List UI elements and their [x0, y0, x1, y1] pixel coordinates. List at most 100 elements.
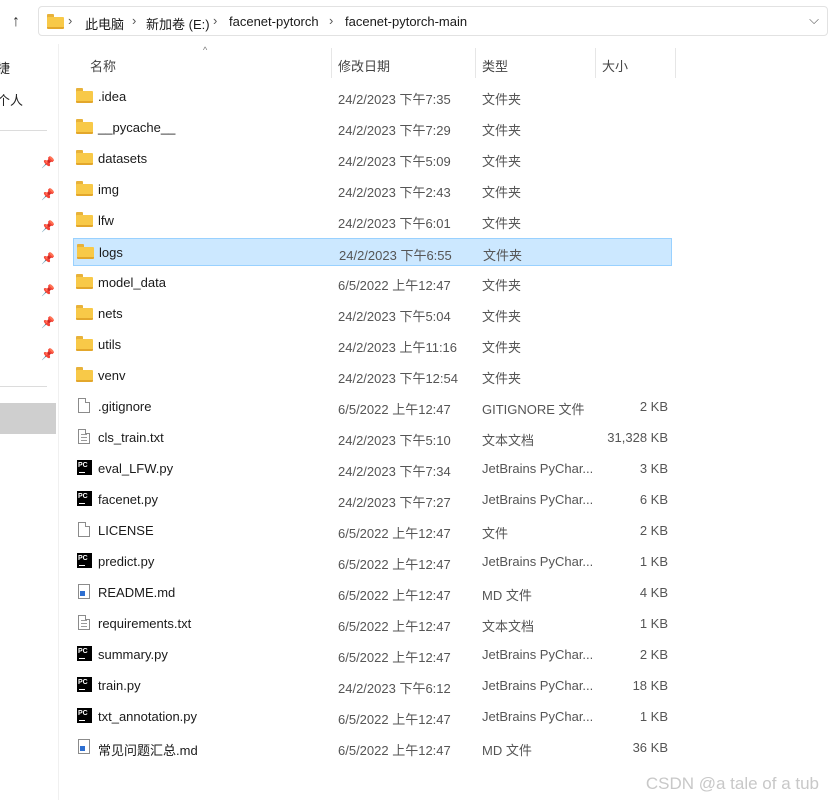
pycharm-icon: PC: [77, 677, 92, 692]
file-row[interactable]: PC eval_LFW.py 24/2/2023 下午7:34 JetBrains P…: [73, 455, 672, 483]
file-row[interactable]: logs 24/2/2023 下午6:55 文件夹: [73, 238, 672, 266]
file-modified: 6/5/2022 上午12:47: [338, 278, 451, 293]
file-modified: 24/2/2023 下午6:55: [339, 248, 452, 263]
file-type: JetBrains PyChar...: [482, 461, 592, 476]
file-row[interactable]: datasets 24/2/2023 下午5:09 文件夹: [73, 145, 672, 173]
address-toolbar: ↑ › 此电脑 › 新加卷 (E:) › facenet-pytorch › f…: [0, 0, 833, 44]
file-name: __pycache__: [98, 120, 176, 135]
column-type[interactable]: 类型: [482, 56, 508, 75]
breadcrumb-drive[interactable]: 新加卷 (E:): [146, 14, 210, 33]
file-name: img: [98, 182, 119, 197]
file-modified: 6/5/2022 上午12:47: [338, 619, 451, 634]
file-row[interactable]: utils 24/2/2023 上午11:16 文件夹: [73, 331, 672, 359]
file-row[interactable]: .idea 24/2/2023 下午7:35 文件夹: [73, 83, 672, 111]
file-size: 2 KB: [639, 523, 668, 538]
nav-divider: [0, 386, 47, 387]
column-divider[interactable]: [475, 48, 476, 78]
file-size: 6 KB: [639, 492, 668, 507]
chevron-right-icon[interactable]: ›: [213, 13, 217, 28]
chevron-right-icon[interactable]: ›: [132, 13, 136, 28]
column-header: ^ 名称 修改日期 类型 大小: [58, 45, 833, 80]
file-modified: 24/2/2023 下午7:27: [338, 495, 451, 510]
file-row[interactable]: model_data 6/5/2022 上午12:47 文件夹: [73, 269, 672, 297]
chevron-right-icon[interactable]: ›: [329, 13, 333, 28]
up-arrow-icon[interactable]: ↑: [6, 12, 26, 32]
watermark: CSDN @a tale of a tub: [645, 774, 819, 793]
file-row[interactable]: img 24/2/2023 下午2:43 文件夹: [73, 176, 672, 204]
file-modified: 6/5/2022 上午12:47: [338, 743, 451, 758]
file-type: 文件夹: [482, 278, 522, 293]
pin-icon: 📌: [41, 285, 55, 297]
file-type: JetBrains PyChar...: [482, 647, 592, 662]
breadcrumb-facenet-pytorch[interactable]: facenet-pytorch: [229, 14, 319, 29]
file-row[interactable]: venv 24/2/2023 下午12:54 文件夹: [73, 362, 672, 390]
chevron-down-icon[interactable]: ⌵: [809, 12, 819, 28]
pin-icon: 📌: [41, 317, 55, 329]
file-type: 文件夹: [482, 123, 522, 138]
column-size[interactable]: 大小: [602, 56, 628, 75]
file-icon: [78, 522, 90, 537]
file-size: 2 KB: [639, 647, 668, 662]
file-size: 1 KB: [639, 554, 668, 569]
column-divider[interactable]: [331, 48, 332, 78]
file-name: .gitignore: [98, 399, 152, 414]
text-file-icon: [78, 429, 90, 444]
file-row[interactable]: PC predict.py 6/5/2022 上午12:47 JetBrains Py…: [73, 548, 672, 576]
file-modified: 24/2/2023 下午2:43: [338, 185, 451, 200]
file-modified: 6/5/2022 上午12:47: [338, 650, 451, 665]
file-row[interactable]: lfw 24/2/2023 下午6:01 文件夹: [73, 207, 672, 235]
file-type: 文件夹: [482, 185, 522, 200]
file-row[interactable]: requirements.txt 6/5/2022 上午12:47 文本文档 1 KB: [73, 610, 672, 638]
nav-item-personal[interactable]: 个人: [0, 90, 23, 109]
file-name: datasets: [98, 151, 148, 166]
file-name: cls_train.txt: [98, 430, 164, 445]
column-name[interactable]: 名称: [90, 56, 116, 75]
file-size: 4 KB: [639, 585, 668, 600]
nav-item-quick-access[interactable]: 捷: [0, 58, 10, 77]
nav-item-selected[interactable]: [0, 403, 56, 434]
file-row[interactable]: LICENSE 6/5/2022 上午12:47 文件 2 KB: [73, 517, 672, 545]
file-modified: 6/5/2022 上午12:47: [338, 588, 451, 603]
file-modified: 24/2/2023 下午5:04: [338, 309, 451, 324]
file-row[interactable]: PC txt_annotation.py 6/5/2022 上午12:47 JetBr…: [73, 703, 672, 731]
file-row[interactable]: PC train.py 24/2/2023 下午6:12 JetBrains PyCh…: [73, 672, 672, 700]
file-row[interactable]: cls_train.txt 24/2/2023 下午5:10 文本文档 31,328 …: [73, 424, 672, 452]
pycharm-icon: PC: [77, 708, 92, 723]
file-type: GITIGNORE 文件: [482, 402, 585, 417]
file-size: 36 KB: [632, 740, 668, 755]
file-name: predict.py: [98, 554, 155, 569]
file-name: .idea: [98, 89, 127, 104]
pin-icon: 📌: [41, 253, 55, 265]
column-divider[interactable]: [595, 48, 596, 78]
file-row[interactable]: .gitignore 6/5/2022 上午12:47 GITIGNORE 文件 2 …: [73, 393, 672, 421]
breadcrumb-this-pc[interactable]: 此电脑: [85, 14, 124, 33]
file-type: 文件: [482, 526, 509, 541]
file-name: facenet.py: [98, 492, 158, 507]
file-type: MD 文件: [482, 743, 532, 758]
column-modified[interactable]: 修改日期: [338, 56, 390, 75]
chevron-right-icon[interactable]: ›: [68, 13, 72, 28]
text-file-icon: [78, 615, 90, 630]
file-modified: 6/5/2022 上午12:47: [338, 402, 451, 417]
file-row[interactable]: PC summary.py 6/5/2022 上午12:47 JetBrains Py…: [73, 641, 672, 669]
file-row[interactable]: README.md 6/5/2022 上午12:47 MD 文件 4 KB: [73, 579, 672, 607]
file-name: venv: [98, 368, 126, 383]
file-name: train.py: [98, 678, 141, 693]
address-bar[interactable]: › 此电脑 › 新加卷 (E:) › facenet-pytorch › fac…: [38, 6, 828, 36]
file-name: 常见问题汇总.md: [98, 743, 198, 758]
file-row[interactable]: PC facenet.py 24/2/2023 下午7:27 JetBrains Py…: [73, 486, 672, 514]
file-row[interactable]: 常见问题汇总.md 6/5/2022 上午12:47 MD 文件 36 KB: [73, 734, 672, 762]
file-modified: 24/2/2023 上午11:16: [338, 340, 458, 355]
breadcrumb-facenet-pytorch-main[interactable]: facenet-pytorch-main: [345, 14, 467, 29]
file-size: 2 KB: [639, 399, 668, 414]
file-modified: 24/2/2023 下午12:54: [338, 371, 458, 386]
file-size: 1 KB: [639, 709, 668, 724]
file-row[interactable]: nets 24/2/2023 下午5:04 文件夹: [73, 300, 672, 328]
file-type: JetBrains PyChar...: [482, 492, 592, 507]
pin-icon: 📌: [41, 349, 55, 361]
column-divider[interactable]: [675, 48, 676, 78]
pin-icon: 📌: [41, 221, 55, 233]
file-name: eval_LFW.py: [98, 461, 174, 476]
file-type: 文本文档: [482, 619, 535, 634]
file-row[interactable]: __pycache__ 24/2/2023 下午7:29 文件夹: [73, 114, 672, 142]
